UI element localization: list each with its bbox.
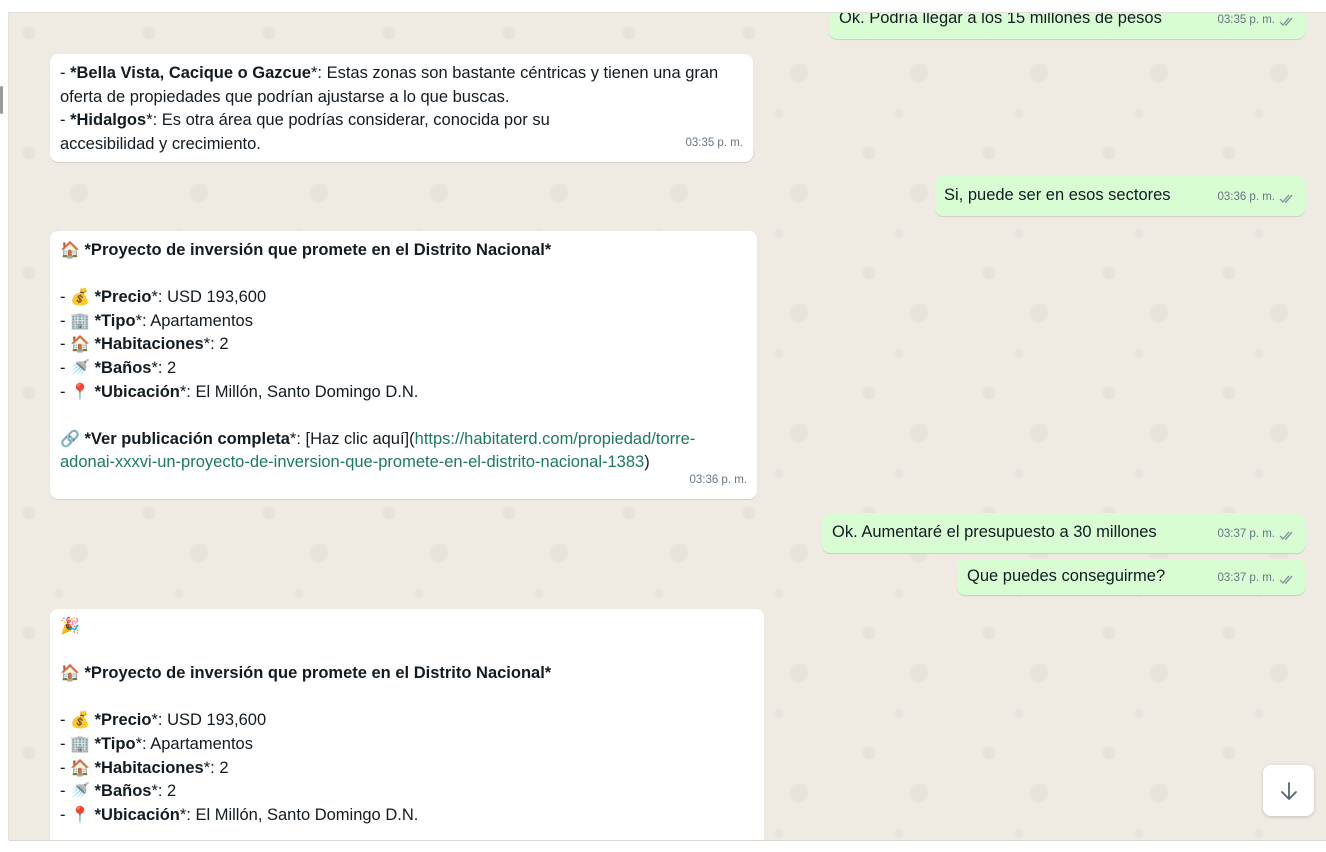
money-bag-icon: 💰 bbox=[70, 712, 91, 730]
detail-location: - 📍 *Ubicación*: El Millón, Santo Doming… bbox=[60, 382, 419, 401]
shower-icon: 🚿 bbox=[70, 359, 91, 377]
message-incoming[interactable]: 🎉 🏠 *Proyecto de inversión que promete e… bbox=[50, 609, 764, 841]
chat-panel: Ok. Podría llegar a los 15 millones de p… bbox=[9, 12, 1326, 841]
detail-rooms: - 🏠 *Habitaciones*: 2 bbox=[60, 335, 229, 354]
message-line: accesibilidad y crecimiento. bbox=[60, 134, 261, 153]
double-check-icon bbox=[1279, 531, 1293, 540]
message-line: 🎉 bbox=[60, 615, 754, 639]
link-icon: 🔗 bbox=[60, 430, 80, 448]
message-meta: 03:36 p. m. bbox=[689, 469, 747, 493]
detail-price: - 💰 *Precio*: USD 193,600 bbox=[60, 711, 267, 730]
message-outgoing[interactable]: Ok. Podría llegar a los 15 millones de p… bbox=[829, 13, 1305, 39]
message-outgoing[interactable]: Si, puede ser en esos sectores 03:36 p. … bbox=[935, 176, 1305, 216]
house-icon: 🏠 bbox=[70, 759, 91, 777]
message-incoming[interactable]: - *Bella Vista, Cacique o Gazcue*: Estas… bbox=[50, 54, 753, 162]
shower-icon: 🚿 bbox=[70, 783, 91, 801]
detail-baths: - 🚿 *Baños*: 2 bbox=[60, 358, 177, 377]
message-title: 🏠 *Proyecto de inversión que promete en … bbox=[60, 664, 552, 683]
detail-price: - 💰 *Precio*: USD 193,600 bbox=[60, 288, 267, 307]
message-line: - *Hidalgos*: Es otra área que podrías c… bbox=[60, 111, 550, 130]
message-meta: 03:35 p. m. bbox=[685, 132, 743, 156]
scroll-down-button[interactable] bbox=[1263, 765, 1314, 816]
message-meta: 03:37 p. m. bbox=[1217, 567, 1295, 591]
double-check-icon bbox=[1279, 575, 1293, 584]
message-title: 🏠 *Proyecto de inversión que promete en … bbox=[60, 241, 552, 259]
message-body: 🎉 🏠 *Proyecto de inversión que promete e… bbox=[60, 615, 754, 827]
pin-icon: 📍 bbox=[70, 806, 91, 824]
link-line: 🔗 *Ver publicación completa*: [Haz clic … bbox=[60, 429, 696, 448]
detail-baths: - 🚿 *Baños*: 2 bbox=[60, 782, 177, 801]
message-time: 03:35 p. m. bbox=[685, 137, 743, 150]
message-time: 03:35 p. m. bbox=[1217, 14, 1275, 27]
message-meta: 03:35 p. m. bbox=[1217, 13, 1295, 33]
money-bag-icon: 💰 bbox=[70, 289, 91, 307]
arrow-down-icon bbox=[1280, 781, 1297, 800]
message-meta: 03:37 p. m. bbox=[1217, 523, 1295, 547]
message-outgoing[interactable]: Que puedes conseguirme? 03:37 p. m. bbox=[957, 559, 1305, 595]
message-time: 03:36 p. m. bbox=[1217, 191, 1275, 204]
building-icon: 🏢 bbox=[70, 735, 91, 753]
detail-type: - 🏢 *Tipo*: Apartamentos bbox=[60, 311, 253, 330]
pin-icon: 📍 bbox=[70, 383, 91, 401]
double-check-icon bbox=[1279, 194, 1293, 203]
message-body: - *Bella Vista, Cacique o Gazcue*: Estas… bbox=[60, 62, 743, 156]
message-incoming[interactable]: 🏠 *Proyecto de inversión que promete en … bbox=[50, 231, 757, 499]
message-time: 03:37 p. m. bbox=[1217, 528, 1275, 541]
message-meta: 03:36 p. m. bbox=[1217, 186, 1295, 210]
house-icon: 🏠 bbox=[60, 242, 80, 259]
message-body: 🏠 *Proyecto de inversión que promete en … bbox=[60, 239, 747, 475]
bottom-divider bbox=[9, 840, 1326, 841]
detail-rooms: - 🏠 *Habitaciones*: 2 bbox=[60, 758, 229, 777]
building-icon: 🏢 bbox=[70, 312, 91, 330]
house-icon: 🏠 bbox=[70, 336, 91, 354]
double-check-icon bbox=[1279, 17, 1293, 26]
message-line: oferta de propiedades que podrían ajusta… bbox=[60, 87, 510, 106]
detail-type: - 🏢 *Tipo*: Apartamentos bbox=[60, 734, 253, 753]
message-outgoing[interactable]: Ok. Aumentaré el presupuesto a 30 millon… bbox=[822, 513, 1305, 553]
house-icon: 🏠 bbox=[60, 665, 80, 683]
resize-handle[interactable] bbox=[0, 86, 3, 114]
property-link[interactable]: https://habitaterd.com/propiedad/torre- bbox=[415, 430, 696, 448]
message-time: 03:36 p. m. bbox=[689, 474, 747, 487]
detail-location: - 📍 *Ubicación*: El Millón, Santo Doming… bbox=[60, 805, 419, 824]
message-time: 03:37 p. m. bbox=[1217, 572, 1275, 585]
property-link[interactable]: adonai-xxxvi-un-proyecto-de-inversion-qu… bbox=[60, 453, 644, 471]
message-line: - *Bella Vista, Cacique o Gazcue*: Estas… bbox=[60, 64, 719, 82]
link-line: adonai-xxxvi-un-proyecto-de-inversion-qu… bbox=[60, 453, 650, 472]
party-popper-icon: 🎉 bbox=[60, 618, 80, 635]
